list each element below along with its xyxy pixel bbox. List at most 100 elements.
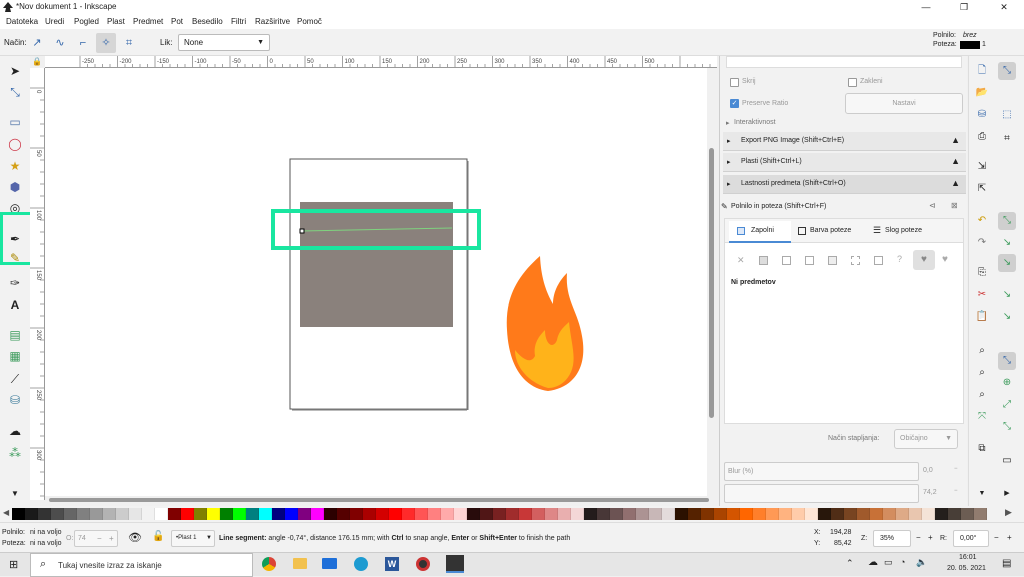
linear-gradient-icon[interactable]: [782, 256, 791, 265]
snap-nodes-icon[interactable]: ⤡: [998, 212, 1016, 230]
palette-swatch[interactable]: [701, 508, 714, 520]
commands-more-icon[interactable]: ▼: [973, 485, 991, 503]
no-paint-icon[interactable]: ✕: [737, 255, 745, 266]
shape-select[interactable]: None ▼: [178, 34, 270, 51]
palette-swatch[interactable]: [792, 508, 805, 520]
palette-swatch[interactable]: [545, 508, 558, 520]
palette-swatch[interactable]: [246, 508, 259, 520]
file-explorer-icon[interactable]: [293, 558, 307, 569]
swatch-icon[interactable]: [874, 256, 883, 265]
palette-swatch[interactable]: [402, 508, 415, 520]
menu-pomoc[interactable]: Pomoč: [297, 17, 322, 26]
palette-swatch[interactable]: [519, 508, 532, 520]
palette-swatch[interactable]: [909, 508, 922, 520]
palette-swatch[interactable]: [64, 508, 77, 520]
collapse-icon[interactable]: ▲: [951, 178, 960, 188]
menu-besedilo[interactable]: Besedilo: [192, 17, 223, 26]
tab-stroke-paint[interactable]: Barva poteze: [795, 221, 865, 243]
palette-swatch[interactable]: [779, 508, 792, 520]
palette-swatch[interactable]: [753, 508, 766, 520]
maximize-button[interactable]: ❐: [950, 0, 978, 15]
blend-mode-select[interactable]: Običajno ▼: [894, 429, 958, 449]
menu-uredi[interactable]: Uredi: [45, 17, 64, 26]
interactivity-expander[interactable]: ▸: [726, 119, 730, 127]
text-tool-icon[interactable]: A: [6, 296, 24, 314]
palette-swatch[interactable]: [181, 508, 194, 520]
palette-swatch[interactable]: [428, 508, 441, 520]
current-layer-select[interactable]: •Plast 1 ▼: [171, 530, 215, 547]
ruler-lock-icon[interactable]: 🔒: [32, 57, 44, 67]
palette-swatch[interactable]: [155, 508, 168, 520]
toggle-lock-icon[interactable]: 🔓: [152, 531, 164, 542]
palette-swatch[interactable]: [311, 508, 324, 520]
straight-segments-mode-icon[interactable]: ✧: [96, 33, 116, 53]
flat-color-icon[interactable]: [759, 256, 768, 265]
palette-swatch[interactable]: [675, 508, 688, 520]
preserve-ratio-checkbox[interactable]: ✓: [730, 99, 739, 108]
palette-swatch[interactable]: [467, 508, 480, 520]
mesh-tool-icon[interactable]: ▦: [6, 347, 24, 365]
volume-icon[interactable]: 🔈: [916, 557, 927, 568]
vertical-ruler[interactable]: 0 50 100 150 200 250 300: [30, 68, 45, 500]
palette-swatch[interactable]: [714, 508, 727, 520]
palette-swatch[interactable]: [974, 508, 987, 520]
snap-toggle-icon[interactable]: ⤡: [998, 62, 1016, 80]
collapse-icon[interactable]: ▲: [951, 156, 960, 166]
palette-swatch[interactable]: [25, 508, 38, 520]
palette-swatch[interactable]: [207, 508, 220, 520]
palette-swatch[interactable]: [610, 508, 623, 520]
palette-swatch[interactable]: [922, 508, 935, 520]
menu-pogled[interactable]: Pogled: [74, 17, 99, 26]
pattern-icon[interactable]: [851, 256, 860, 265]
palette-swatch[interactable]: [623, 508, 636, 520]
object-properties-field[interactable]: [726, 56, 962, 68]
palette-swatch[interactable]: [51, 508, 64, 520]
palette-swatch[interactable]: [818, 508, 831, 520]
print-icon[interactable]: ⎙: [973, 128, 991, 146]
palette-swatch[interactable]: [38, 508, 51, 520]
drawing-canvas[interactable]: [45, 68, 707, 496]
bezier-mode-icon[interactable]: ↗: [27, 33, 47, 53]
menu-predmet[interactable]: Predmet: [133, 17, 163, 26]
radial-gradient-icon[interactable]: [805, 256, 814, 265]
snap-midpoint-icon[interactable]: ⤡: [998, 352, 1016, 370]
tab-stroke-style[interactable]: ☰ Slog poteze: [870, 221, 940, 243]
fill-rule-evenodd-icon[interactable]: ♥: [913, 250, 935, 270]
spiro-mode-icon[interactable]: ∿: [50, 33, 70, 53]
status-opacity-spinner[interactable]: 74 − +: [74, 530, 118, 547]
set-button[interactable]: Nastavi: [845, 93, 963, 114]
hide-checkbox[interactable]: [730, 78, 739, 87]
menu-pot[interactable]: Pot: [171, 17, 183, 26]
inkscape-taskbar-icon[interactable]: [446, 555, 464, 573]
horizontal-scroll-thumb[interactable]: [49, 498, 709, 502]
rotation-plus-icon[interactable]: +: [1007, 533, 1012, 542]
palette-swatch[interactable]: [584, 508, 597, 520]
word-icon[interactable]: W: [385, 557, 399, 571]
redo-icon[interactable]: ↷: [973, 234, 991, 252]
snap-bbox-icon[interactable]: ⬚: [998, 106, 1016, 124]
selector-tool-icon[interactable]: ➤: [6, 62, 24, 80]
calligraphy-tool-icon[interactable]: ✑: [6, 274, 24, 292]
opacity-decrement-icon[interactable]: −: [954, 488, 958, 494]
palette-swatch[interactable]: [90, 508, 103, 520]
palette-swatch[interactable]: [116, 508, 129, 520]
palette-swatch[interactable]: [103, 508, 116, 520]
palette-swatch[interactable]: [363, 508, 376, 520]
vertical-scroll-thumb[interactable]: [709, 148, 714, 418]
palette-swatch[interactable]: [727, 508, 740, 520]
stroke-color-swatch[interactable]: [960, 41, 980, 49]
palette-swatch[interactable]: [935, 508, 948, 520]
zoom-selection-icon[interactable]: ⌕: [973, 342, 991, 360]
paste-icon[interactable]: 📋: [973, 308, 991, 326]
paraxial-mode-icon[interactable]: ⌗: [119, 33, 139, 53]
open-file-icon[interactable]: 📂: [973, 84, 991, 102]
palette-menu-icon[interactable]: ▶: [1005, 507, 1012, 518]
copy-icon[interactable]: ⎘: [973, 264, 991, 282]
snap-more-icon[interactable]: ▶: [998, 485, 1016, 503]
horizontal-scrollbar[interactable]: [45, 496, 717, 504]
mesh-gradient-icon[interactable]: [828, 256, 837, 265]
export-icon[interactable]: ⇱: [973, 180, 991, 198]
palette-swatch[interactable]: [636, 508, 649, 520]
palette-swatch[interactable]: [337, 508, 350, 520]
media-app-icon[interactable]: [416, 557, 430, 571]
